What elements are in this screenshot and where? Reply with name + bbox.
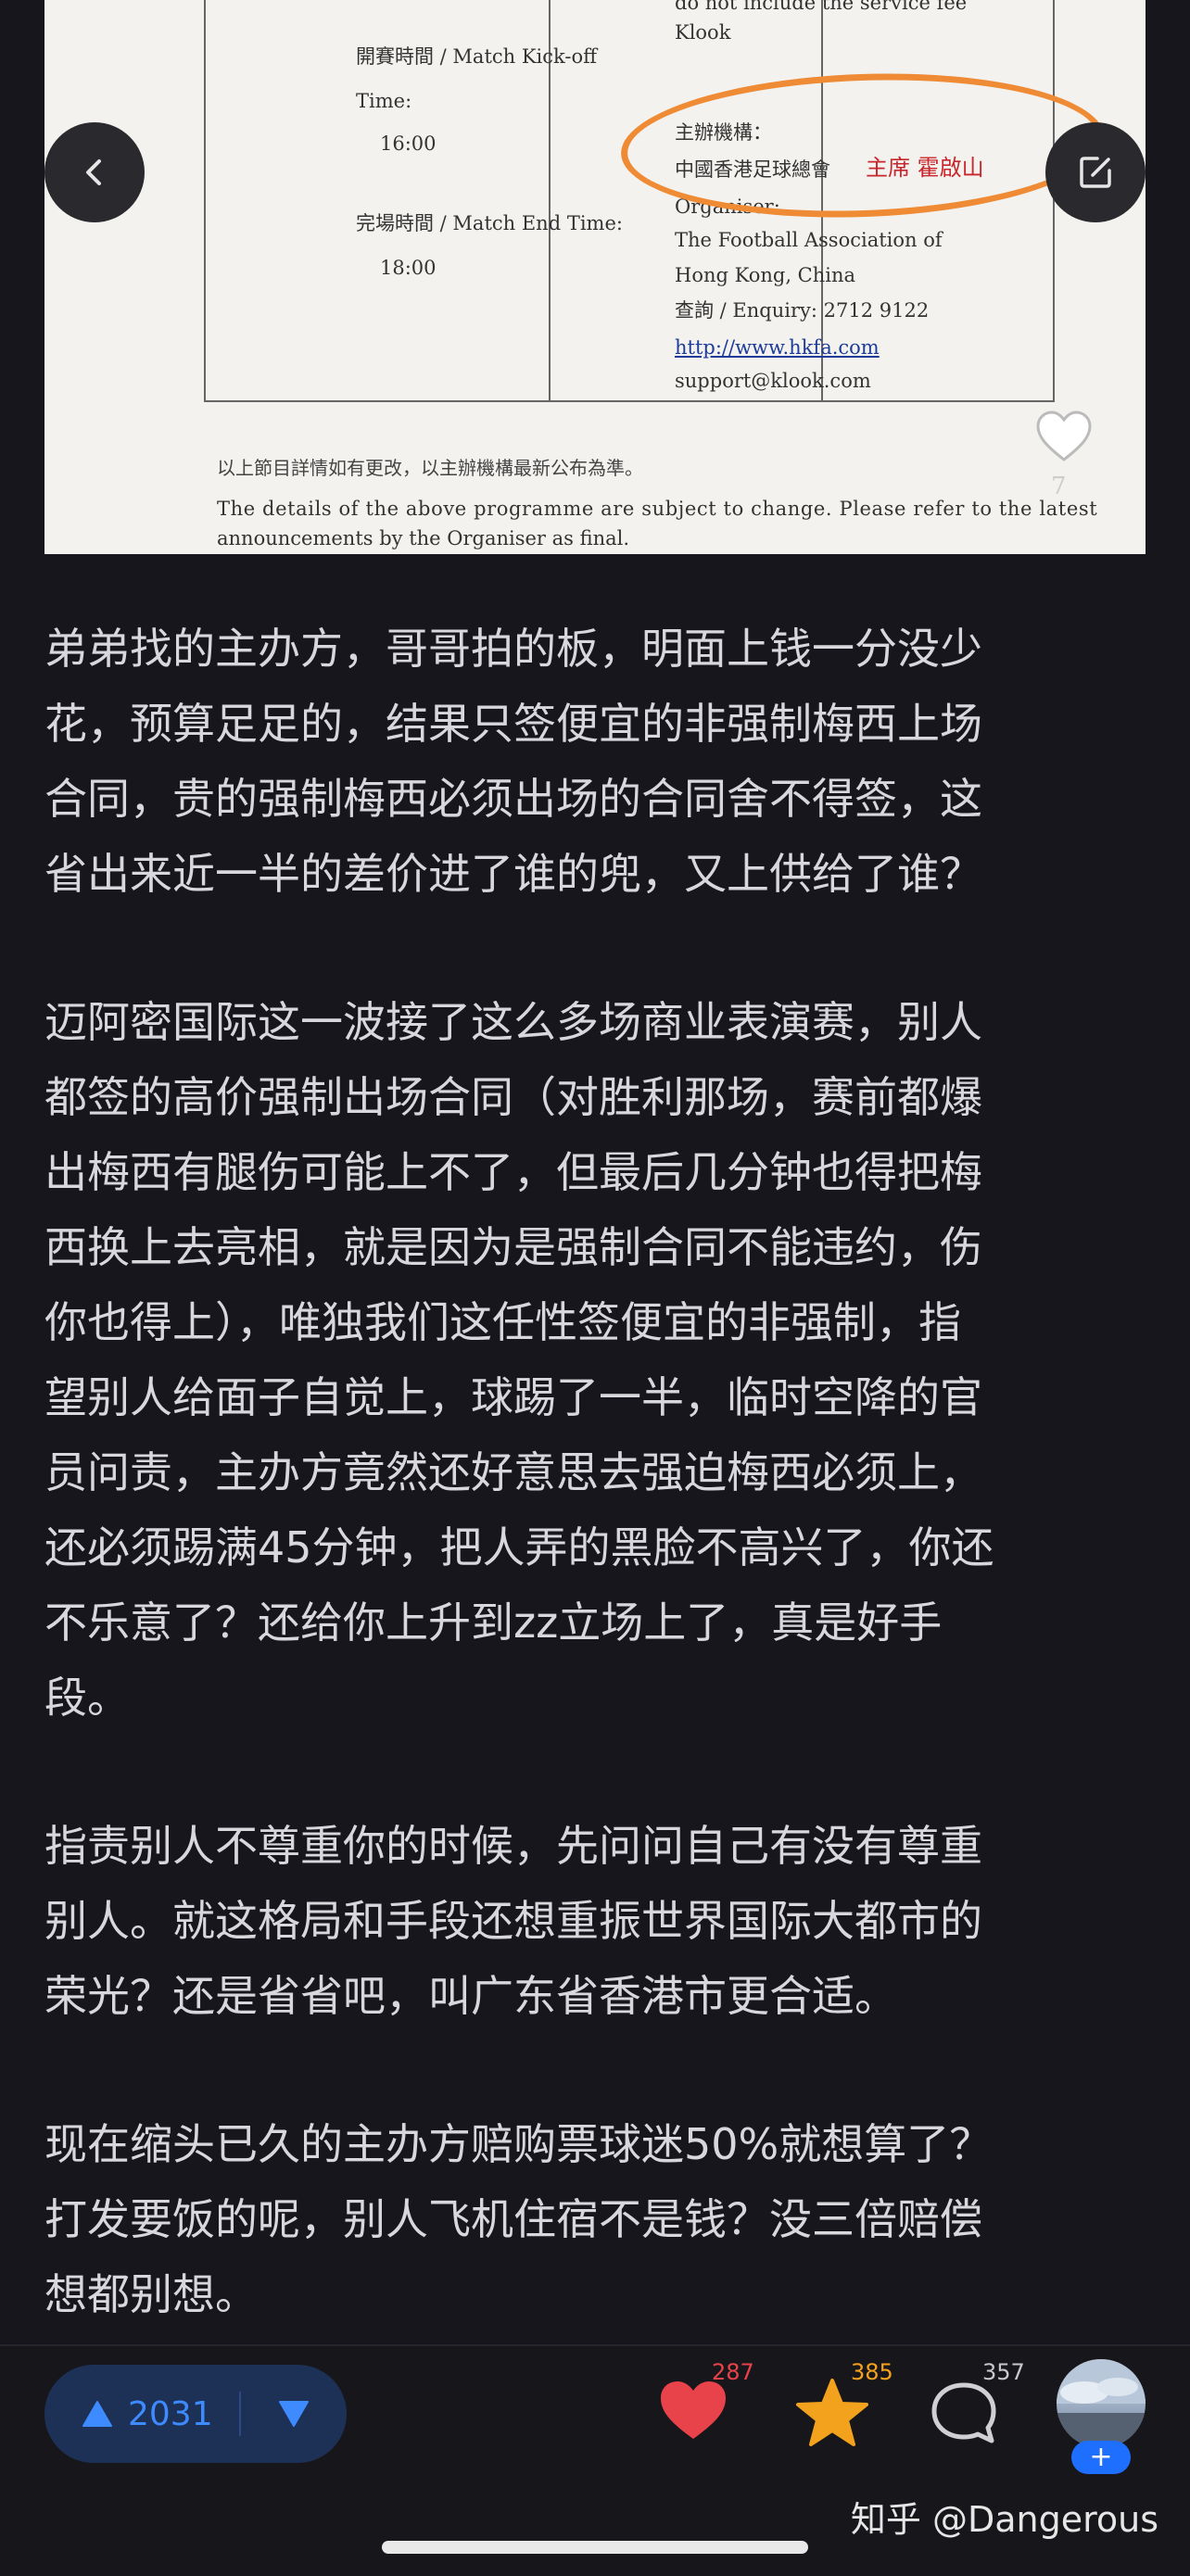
heart-icon [661, 2381, 726, 2439]
end-time: 18:00 [380, 257, 437, 279]
article-image[interactable]: do not include the service fee Klook 開賽時… [44, 0, 1146, 554]
article-paragraph: 迈阿密国际这一波接了这么多场商业表演赛，别人 都签的高价强制出场合同（对胜利那场… [44, 997, 994, 1723]
enquiry-line: 查詢 / Enquiry: 2712 9122 [675, 299, 930, 322]
organiser-en-1: The Football Association of [675, 229, 943, 251]
image-like-count: 7 [1051, 473, 1067, 500]
upvote-count: 2031 [128, 2394, 213, 2433]
comment-button[interactable]: 357 [927, 2359, 1025, 2461]
article-paragraph: 指责别人不尊重你的时候，先问问自己有没有尊重 别人。就这格局和手段还想重振世界国… [44, 1821, 982, 2021]
organiser-en-2: Hong Kong, China [675, 264, 856, 286]
support-email: support@klook.com [675, 370, 871, 392]
favorite-count: 385 [851, 2359, 893, 2385]
edit-share-button[interactable] [1045, 122, 1146, 222]
avatar-image [1057, 2359, 1146, 2448]
zhihu-watermark: 知乎 @Dangerous [850, 2499, 1158, 2540]
home-indicator[interactable] [382, 2541, 808, 2554]
image-heart-icon[interactable] [1034, 408, 1094, 467]
end-time-label: 完場時間 / Match End Time: [356, 212, 623, 234]
back-arrow-icon [86, 159, 101, 185]
bottom-action-bar: 2031 287 385 357 + 知乎 @Dangerous [0, 2344, 1190, 2576]
kickoff-time: 16:00 [380, 133, 437, 155]
kickoff-time-label: Time: [356, 90, 412, 112]
avatar[interactable] [1057, 2359, 1146, 2448]
comment-count: 357 [982, 2359, 1025, 2385]
up-triangle-icon [82, 2401, 112, 2427]
article-body: 弟弟找的主办方，哥哥拍的板，明面上钱一分没少 花，预算足足的，结果只签便宜的非强… [44, 612, 1147, 2406]
footnote-en-1: The details of the above programme are s… [217, 498, 1098, 520]
back-button[interactable] [44, 122, 145, 222]
downvote-button[interactable] [241, 2365, 347, 2463]
article-paragraph: 现在缩头已久的主办方赔购票球迷50%就想算了？ 打发要饭的呢，别人飞机住宿不是钱… [44, 2119, 993, 2319]
website-link: http://www.hkfa.com [675, 336, 880, 359]
favorite-button[interactable]: 385 [795, 2359, 893, 2461]
like-count: 287 [712, 2359, 754, 2385]
edit-share-icon [1080, 157, 1111, 188]
like-button[interactable]: 287 [656, 2359, 754, 2461]
footnote-en-2: announcements by the Organiser as final. [217, 527, 630, 549]
kickoff-label: 開賽時間 / Match Kick-off [356, 45, 598, 68]
service-fee-note: do not include the service fee [675, 0, 968, 14]
article-paragraph: 弟弟找的主办方，哥哥拍的板，明面上钱一分没少 花，预算足足的，结果只签便宜的非强… [44, 624, 982, 899]
footnote-cn: 以上節目詳情如有更改，以主辦機構最新公布為準。 [217, 457, 643, 479]
klook-note: Klook [675, 21, 731, 44]
upvote-button[interactable]: 2031 [44, 2365, 239, 2463]
star-icon [796, 2379, 868, 2446]
vote-control: 2031 [44, 2365, 347, 2463]
follow-plus-button[interactable]: + [1071, 2441, 1131, 2474]
down-triangle-icon [278, 2401, 309, 2427]
comment-bubble-icon [931, 2382, 996, 2443]
